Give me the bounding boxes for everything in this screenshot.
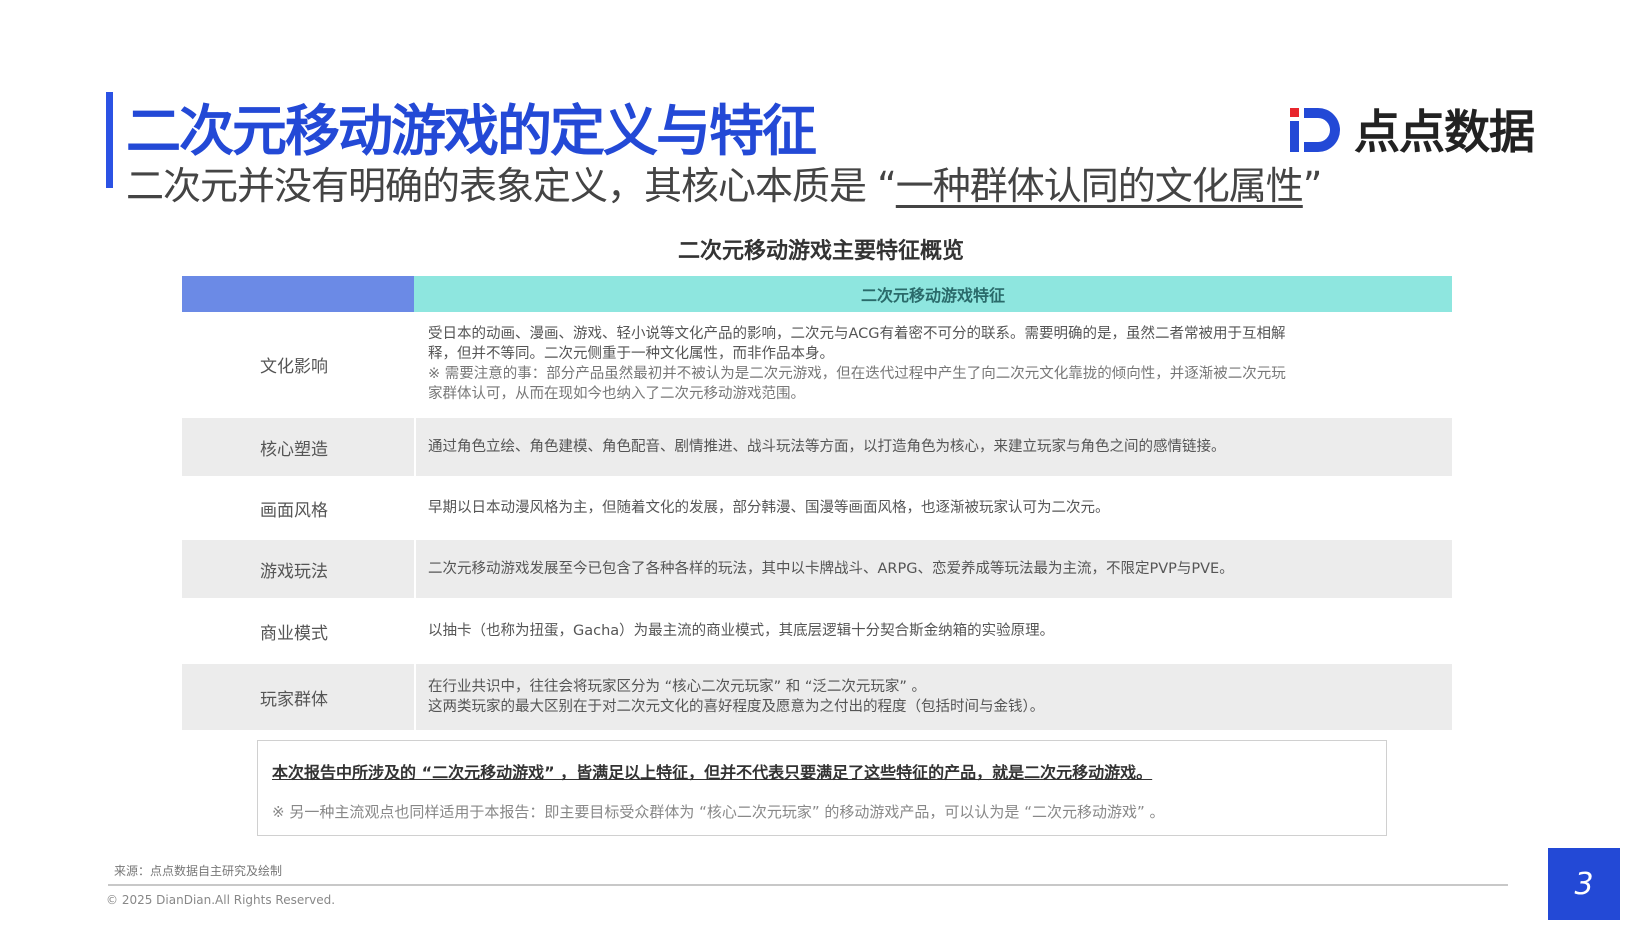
row-line: 这两类玩家的最大区别在于对二次元文化的喜好程度及愿意为之付出的程度（包括时间与金… xyxy=(428,699,1045,715)
table-row: 玩家群体 在行业共识中，往往会将玩家区分为 “核心二次元玩家” 和 “泛二次元玩… xyxy=(182,664,1452,732)
row-text: 早期以日本动漫风格为主，但随着文化的发展，部分韩漫、国漫等画面风格，也逐渐被玩家… xyxy=(414,478,1452,538)
table-row: 画面风格 早期以日本动漫风格为主，但随着文化的发展，部分韩漫、国漫等画面风格，也… xyxy=(182,478,1452,540)
table-header: 二次元移动游戏特征 xyxy=(182,276,1452,312)
row-text: 受日本的动画、漫画、游戏、轻小说等文化产品的影响，二次元与ACG有着密不可分的联… xyxy=(414,312,1452,416)
row-line: 在行业共识中，往往会将玩家区分为 “核心二次元玩家” 和 “泛二次元玩家” 。 xyxy=(428,679,926,695)
table-caption: 二次元移动游戏主要特征概览 xyxy=(677,239,964,264)
row-note: ※ 需要注意的事：部分产品虽然最初并不被认为是二次元游戏，但在迭代过程中产生了向… xyxy=(428,366,1286,382)
row-label: 画面风格 xyxy=(260,500,328,521)
table-header-title: 二次元移动游戏特征 xyxy=(414,276,1452,312)
title-accent-bar xyxy=(106,92,113,188)
summary-statement: 本次报告中所涉及的 “二次元移动游戏” ，皆满足以上特征，但并不代表只要满足了这… xyxy=(272,763,1153,782)
page-subtitle: 二次元并没有明确的表象定义，其核心本质是 “一种群体认同的文化属性” xyxy=(126,155,1323,210)
source-note: 来源：点点数据自主研究及绘制 xyxy=(114,864,283,878)
row-note: 家群体认可，从而在现如今也纳入了二次元移动游戏范围。 xyxy=(428,386,805,402)
table-row: 核心塑造 通过角色立绘、角色建模、角色配音、剧情推进、战斗玩法等方面，以打造角色… xyxy=(182,418,1452,478)
subtitle-emphasis: 一种群体认同的文化属性 xyxy=(895,164,1304,208)
row-label: 玩家群体 xyxy=(260,689,328,710)
summary-note: ※ 另一种主流观点也同样适用于本报告：即主要目标受众群体为 “核心二次元玩家” … xyxy=(272,803,1165,821)
row-label: 游戏玩法 xyxy=(260,561,328,582)
row-label: 核心塑造 xyxy=(260,439,328,460)
diandian-logo-icon xyxy=(1290,108,1340,152)
brand-logo: 点点数据 xyxy=(1288,96,1535,162)
row-text: 二次元移动游戏发展至今已包含了各种各样的玩法，其中以卡牌战斗、ARPG、恋爱养成… xyxy=(414,540,1452,598)
table-row: 文化影响 受日本的动画、漫画、游戏、轻小说等文化产品的影响，二次元与ACG有着密… xyxy=(182,312,1452,418)
row-line: 二次元移动游戏发展至今已包含了各种各样的玩法，其中以卡牌战斗、ARPG、恋爱养成… xyxy=(428,561,1234,577)
subtitle-suffix: ” xyxy=(1302,164,1323,208)
row-text: 通过角色立绘、角色建模、角色配音、剧情推进、战斗玩法等方面，以打造角色为核心，来… xyxy=(414,418,1452,476)
row-line: 释，但并不等同。二次元侧重于一种文化属性，而非作品本身。 xyxy=(428,346,834,362)
row-line: 通过角色立绘、角色建模、角色配音、剧情推进、战斗玩法等方面，以打造角色为核心，来… xyxy=(428,439,1226,455)
table-row: 商业模式 以抽卡（也称为扭蛋，Gacha）为最主流的商业模式，其底层逻辑十分契合… xyxy=(182,600,1452,664)
features-table: 二次元移动游戏特征 文化影响 受日本的动画、漫画、游戏、轻小说等文化产品的影响，… xyxy=(182,276,1452,732)
page-number: 3 xyxy=(1548,848,1620,920)
row-line: 早期以日本动漫风格为主，但随着文化的发展，部分韩漫、国漫等画面风格，也逐渐被玩家… xyxy=(428,500,1110,516)
page-title: 二次元移动游戏的定义与特征 xyxy=(126,99,817,163)
row-text: 在行业共识中，往往会将玩家区分为 “核心二次元玩家” 和 “泛二次元玩家” 。 … xyxy=(414,664,1452,730)
copyright: © 2025 DianDian.All Rights Reserved. xyxy=(106,893,336,907)
summary-box: 本次报告中所涉及的 “二次元移动游戏” ，皆满足以上特征，但并不代表只要满足了这… xyxy=(257,740,1387,836)
table-header-label-cell xyxy=(182,276,414,312)
row-label: 商业模式 xyxy=(260,623,328,644)
logo-text: 点点数据 xyxy=(1354,105,1535,159)
row-text: 以抽卡（也称为扭蛋，Gacha）为最主流的商业模式，其底层逻辑十分契合斯金纳箱的… xyxy=(414,600,1452,662)
row-line: 以抽卡（也称为扭蛋，Gacha）为最主流的商业模式，其底层逻辑十分契合斯金纳箱的… xyxy=(428,623,1055,639)
subtitle-prefix: 二次元并没有明确的表象定义，其核心本质是 “ xyxy=(126,164,897,208)
row-line: 受日本的动画、漫画、游戏、轻小说等文化产品的影响，二次元与ACG有着密不可分的联… xyxy=(428,326,1286,342)
row-label: 文化影响 xyxy=(260,356,328,377)
table-row: 游戏玩法 二次元移动游戏发展至今已包含了各种各样的玩法，其中以卡牌战斗、ARPG… xyxy=(182,540,1452,600)
footer-divider xyxy=(108,884,1508,886)
